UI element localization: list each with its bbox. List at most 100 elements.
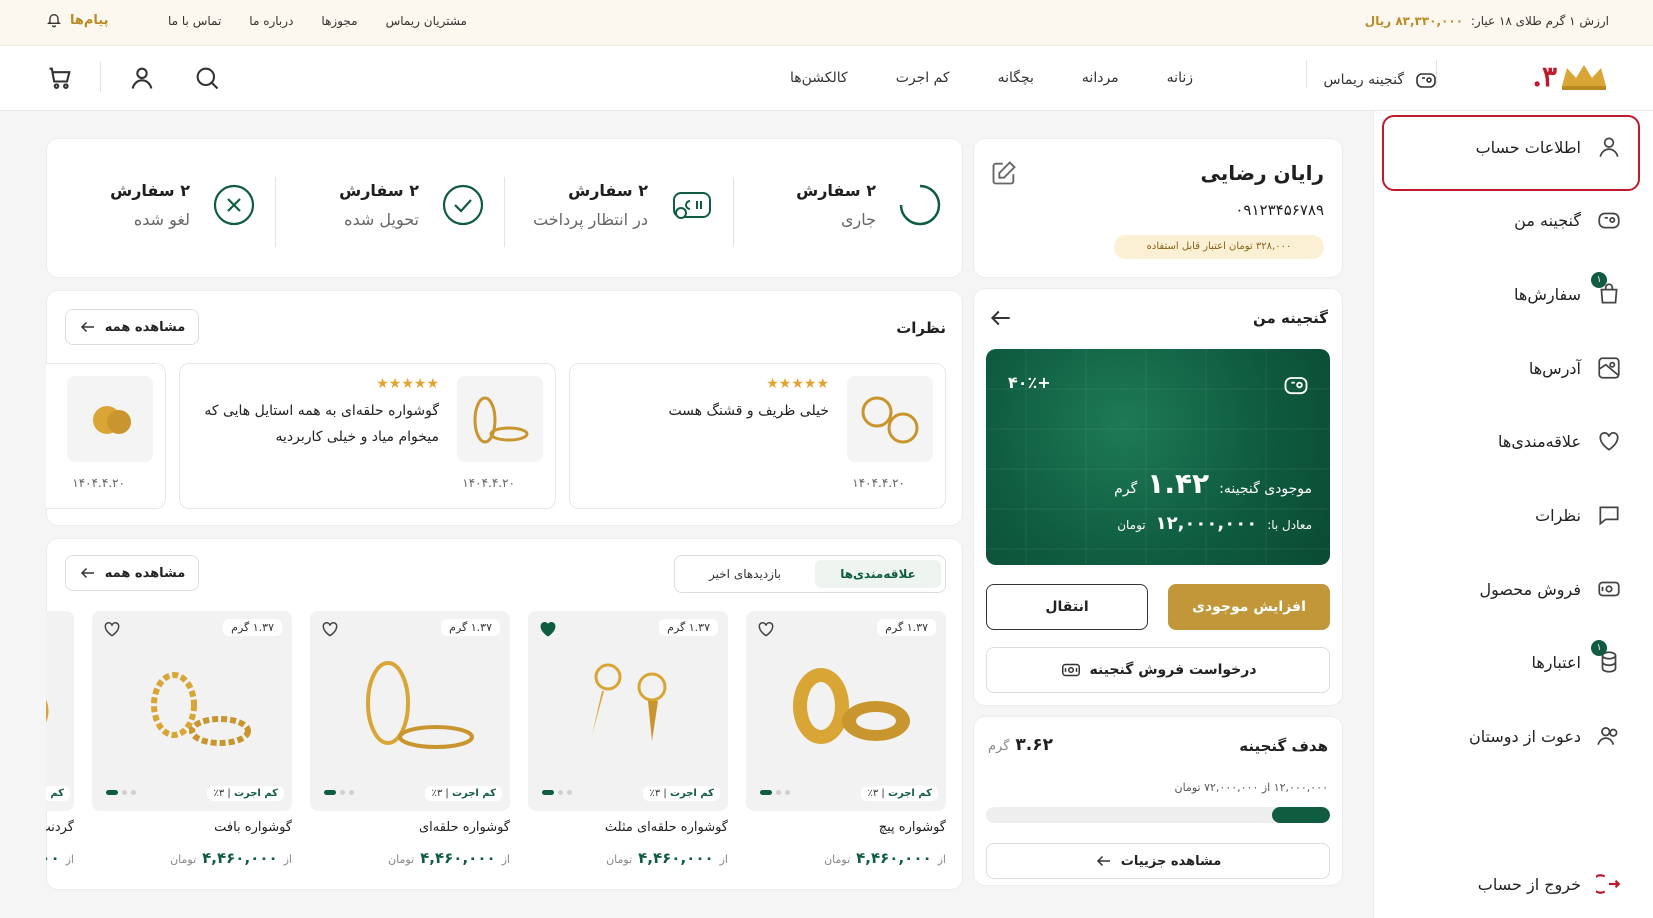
nav-low-fee[interactable]: کم اجرت xyxy=(896,70,950,86)
reviews-view-all-button[interactable]: مشاهده همه xyxy=(65,309,199,345)
fee-label: کم xyxy=(50,788,64,799)
messages-link[interactable]: پیام‌ها xyxy=(46,12,109,28)
product-name[interactable]: گوشواره حلقه‌ای مثلث xyxy=(605,820,728,835)
product-card[interactable]: ۱.۳۷ گرم کم اجرت | ۳٪ xyxy=(310,611,510,811)
cart-icon[interactable] xyxy=(46,64,74,92)
treasure-card: گنجینه من +۴۰٪ موجودی گنجینه: ۱.۴۲ گرم م… xyxy=(973,288,1343,706)
logo[interactable]: ۳. xyxy=(1532,60,1609,93)
sidebar-item-label: آدرس‌ها xyxy=(1528,358,1581,378)
reviews-title: نظرات xyxy=(896,319,946,337)
transfer-button[interactable]: انتقال xyxy=(986,584,1148,630)
sidebar-item-sell-product[interactable]: فروش محصول xyxy=(1397,567,1623,611)
heart-filled-icon[interactable] xyxy=(538,619,558,639)
price-value: ۴,۴۶۰,۰۰۰ xyxy=(856,849,932,867)
edit-icon[interactable] xyxy=(990,159,1018,187)
payment-icon xyxy=(670,183,714,227)
piggy-bank-icon xyxy=(1414,68,1438,92)
arrow-left-icon xyxy=(79,564,97,582)
stat-count: ۲ سفارش xyxy=(568,181,648,200)
sidebar-item-credits[interactable]: ۱ اعتبارها xyxy=(1397,640,1623,684)
coins-icon: ۱ xyxy=(1591,640,1623,676)
tab-recent-views[interactable]: بازدیدهای اخیر xyxy=(679,560,811,588)
link-about[interactable]: درباره ما xyxy=(249,14,293,28)
nav-collections[interactable]: کالکشن‌ها xyxy=(790,70,848,86)
product-thumbnail xyxy=(457,376,543,462)
product-name[interactable]: گوشواره حلقه‌ای xyxy=(419,820,510,835)
gold-price: ارزش ۱ گرم طلای ۱۸ عیار: ۸۳,۳۳۰,۰۰۰ ریال xyxy=(1365,14,1609,28)
price-unit: تومان xyxy=(606,853,633,866)
user-icon[interactable] xyxy=(128,64,156,92)
treasure-nav-label: گنجینه ریماس xyxy=(1323,72,1404,88)
treasure-balance-panel: +۴۰٪ موجودی گنجینه: ۱.۴۲ گرم معادل با: ۱… xyxy=(986,349,1330,565)
price-value: ۴,۴۶۰,۰۰۰ xyxy=(420,849,496,867)
sidebar-item-my-treasure[interactable]: گنجینه من xyxy=(1397,198,1623,242)
price-unit: تومان xyxy=(388,853,415,866)
product-name[interactable]: گوشواره بافت xyxy=(214,820,292,835)
arrow-left-icon[interactable] xyxy=(988,305,1014,331)
treasure-nav-link[interactable]: گنجینه ریماس xyxy=(1324,68,1438,92)
link-contact[interactable]: تماس با ما xyxy=(168,14,221,28)
product-name[interactable]: گوشواره پیچ xyxy=(879,820,946,835)
divider xyxy=(504,177,505,247)
divider xyxy=(100,62,101,92)
users-icon xyxy=(1595,722,1623,750)
sidebar-item-favorites[interactable]: علاقه‌مندی‌ها xyxy=(1397,419,1623,463)
piggy-bank-icon xyxy=(1282,371,1310,399)
equiv-value: ۱۲,۰۰۰,۰۰۰ xyxy=(1155,513,1258,534)
link-licenses[interactable]: مجوزها xyxy=(321,14,357,28)
sidebar-item-comments[interactable]: نظرات xyxy=(1397,493,1623,537)
goal-details-button[interactable]: مشاهده جزییات xyxy=(986,843,1330,879)
product-card[interactable]: ۱.۳۷ گرم کم اجرت | ۳٪ xyxy=(92,611,292,811)
nav-women[interactable]: زنانه xyxy=(1167,70,1193,86)
sidebar-item-addresses[interactable]: آدرس‌ها xyxy=(1397,346,1623,390)
heart-icon[interactable] xyxy=(756,619,776,639)
check-circle-icon xyxy=(441,183,485,227)
product-image xyxy=(793,668,910,744)
review-item[interactable]: ★★★★★ گوشواره حلقه‌ای به همه استایل هایی… xyxy=(179,363,556,509)
increase-balance-button[interactable]: افزایش موجودی xyxy=(1168,584,1330,630)
link-customers[interactable]: مشتریان ریماس xyxy=(386,14,467,28)
tab-favorites[interactable]: علاقه‌مندی‌ها xyxy=(815,560,941,588)
review-item[interactable]: ★★★★★ خیلی ظریف و قشنگ هست ۱۴۰۴.۴.۲۰ xyxy=(569,363,946,509)
product-weight: ۱.۳۷ گرم xyxy=(659,619,718,636)
increase-balance-label: افزایش موجودی xyxy=(1192,599,1306,615)
favorites-view-all-button[interactable]: مشاهده همه xyxy=(65,555,199,591)
fee-percent: ۳٪ xyxy=(867,788,879,799)
heart-icon[interactable] xyxy=(320,619,340,639)
gold-price-value: ۸۳,۳۳۰,۰۰۰ ریال xyxy=(1364,14,1464,28)
product-price: از ۴,۴۶۰,۰۰۰ تومان xyxy=(170,849,292,867)
stat-pending-payment[interactable]: ۲ سفارش در انتظار پرداخت xyxy=(533,181,714,229)
nav-men[interactable]: مردانه xyxy=(1082,70,1119,86)
stat-cancelled[interactable]: ۲ سفارش لغو شده xyxy=(110,181,256,229)
product-price: از ۴,۴۶۰,۰۰۰ تومان xyxy=(388,849,510,867)
sidebar-item-account-info[interactable]: اطلاعات حساب xyxy=(1397,125,1623,169)
sidebar-item-orders[interactable]: ۱ سفارش‌ها xyxy=(1397,272,1623,316)
treasure-change: +۴۰٪ xyxy=(1008,373,1051,392)
heart-icon[interactable] xyxy=(102,619,122,639)
search-icon[interactable] xyxy=(193,64,221,92)
cash-icon xyxy=(1060,659,1082,681)
stat-delivered[interactable]: ۲ سفارش تحویل شده xyxy=(339,181,485,229)
view-all-label: مشاهده همه xyxy=(104,319,186,335)
equiv-unit: تومان xyxy=(1117,518,1146,532)
product-card[interactable]: ۱.۳۷ گرم کم اجرت | ۳٪ xyxy=(528,611,728,811)
product-card[interactable]: ۱.۳۷ گرم کم اجرت | ۳٪ xyxy=(746,611,946,811)
sell-treasure-button[interactable]: درخواست فروش گنجینه xyxy=(986,647,1330,693)
sidebar-item-label: فروش محصول xyxy=(1479,579,1581,599)
logout-button[interactable]: خروج از حساب xyxy=(1397,862,1623,906)
balance-value: ۱.۴۲ xyxy=(1147,467,1210,500)
nav-kids[interactable]: بچگانه xyxy=(998,70,1034,86)
credit-pill: ۳۲۸,۰۰۰ تومان اعتبار قابل استفاده xyxy=(1114,235,1324,259)
stat-count: ۲ سفارش xyxy=(110,181,190,200)
sidebar-item-invite[interactable]: دعوت از دوستان xyxy=(1397,714,1623,758)
sell-treasure-label: درخواست فروش گنجینه xyxy=(1089,662,1257,678)
stat-label: در انتظار پرداخت xyxy=(533,210,648,229)
price-from: از xyxy=(501,853,510,866)
stat-current[interactable]: ۲ سفارش جاری xyxy=(796,181,942,229)
review-text: گوشواره حلقه‌ای به همه استایل هایی که می… xyxy=(204,403,439,445)
sell-icon xyxy=(1595,575,1623,603)
stat-count: ۲ سفارش xyxy=(796,181,876,200)
arrow-left-icon xyxy=(1095,852,1113,870)
map-icon xyxy=(1595,354,1623,382)
profile-phone: ۰۹۱۲۳۴۵۶۷۸۹ xyxy=(1235,201,1324,219)
